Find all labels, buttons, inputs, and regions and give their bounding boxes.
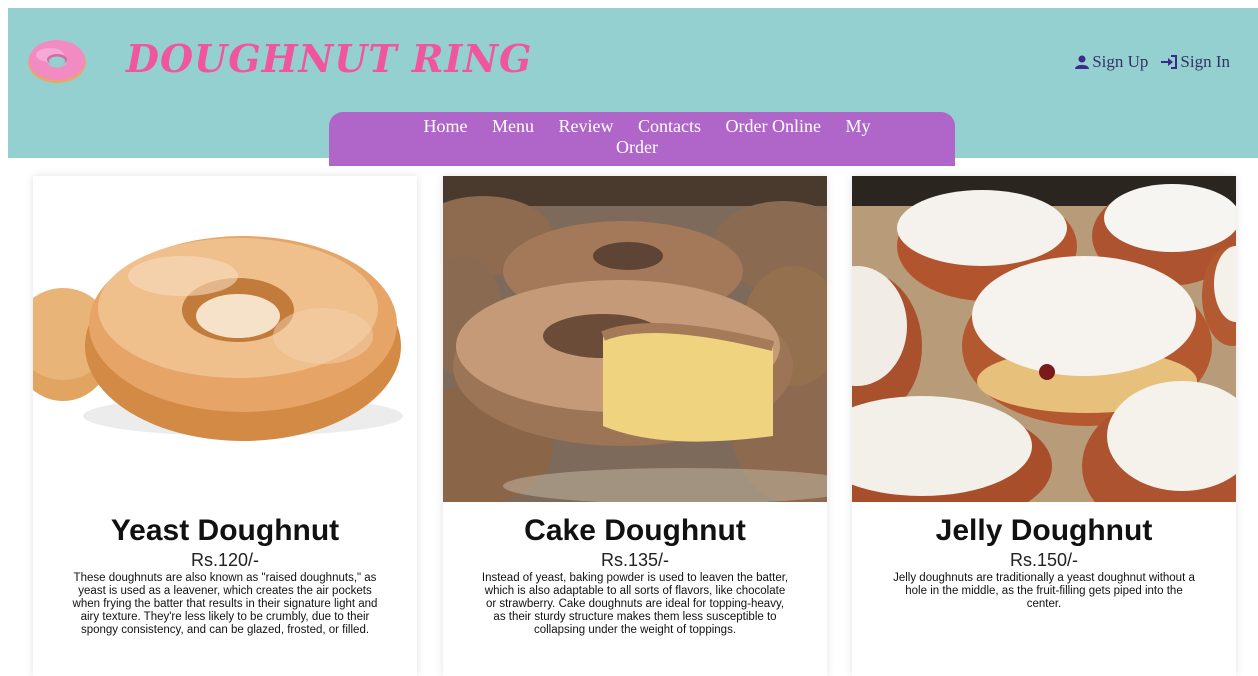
product-title: Cake Doughnut bbox=[524, 514, 746, 547]
sign-up-link[interactable]: Sign Up bbox=[1074, 52, 1148, 72]
product-price: Rs.150/- bbox=[1009, 550, 1079, 570]
user-icon bbox=[1075, 55, 1090, 69]
product-card-jelly[interactable]: Jelly Doughnut Rs.150/- Jelly doughnuts … bbox=[852, 176, 1236, 676]
product-card-cake[interactable]: Cake Doughnut Rs.135/- Instead of yeast,… bbox=[443, 176, 827, 676]
jelly-doughnut-image bbox=[852, 176, 1236, 502]
product-description: These doughnuts are also known as "raise… bbox=[72, 572, 378, 636]
sign-in-link[interactable]: Sign In bbox=[1160, 52, 1230, 72]
nav-my-order-line2: Order bbox=[616, 137, 658, 157]
nav-home[interactable]: Home bbox=[424, 116, 468, 136]
product-card-yeast[interactable]: Yeast Doughnut Rs.120/- These doughnuts … bbox=[33, 176, 417, 676]
product-description: Instead of yeast, baking powder is used … bbox=[481, 572, 789, 636]
sign-up-label: Sign Up bbox=[1092, 52, 1149, 71]
brand-title[interactable]: DOUGHNUT RING bbox=[126, 36, 532, 81]
product-title: Jelly Doughnut bbox=[935, 514, 1153, 547]
yeast-doughnut-image bbox=[33, 176, 417, 502]
product-description: Jelly doughnuts are traditionally a yeas… bbox=[893, 572, 1195, 610]
sign-in-icon bbox=[1161, 55, 1178, 69]
product-title: Yeast Doughnut bbox=[110, 514, 340, 547]
nav-my-order-line1: My bbox=[845, 116, 871, 136]
site-header: DOUGHNUT RING Sign Up Sign In Home Menu … bbox=[8, 8, 1258, 166]
nav-contacts[interactable]: Contacts bbox=[638, 116, 701, 136]
product-price: Rs.135/- bbox=[600, 550, 670, 570]
main-nav: Home Menu Review Contacts Order Online M… bbox=[329, 112, 955, 166]
product-price: Rs.120/- bbox=[190, 550, 260, 570]
cake-doughnut-image bbox=[443, 176, 827, 502]
nav-review[interactable]: Review bbox=[559, 116, 614, 136]
sign-in-label: Sign In bbox=[1180, 52, 1230, 71]
doughnut-logo-icon[interactable] bbox=[26, 35, 88, 85]
nav-order-online[interactable]: Order Online bbox=[726, 116, 821, 136]
auth-links: Sign Up Sign In bbox=[1074, 52, 1230, 72]
nav-menu[interactable]: Menu bbox=[492, 116, 534, 136]
